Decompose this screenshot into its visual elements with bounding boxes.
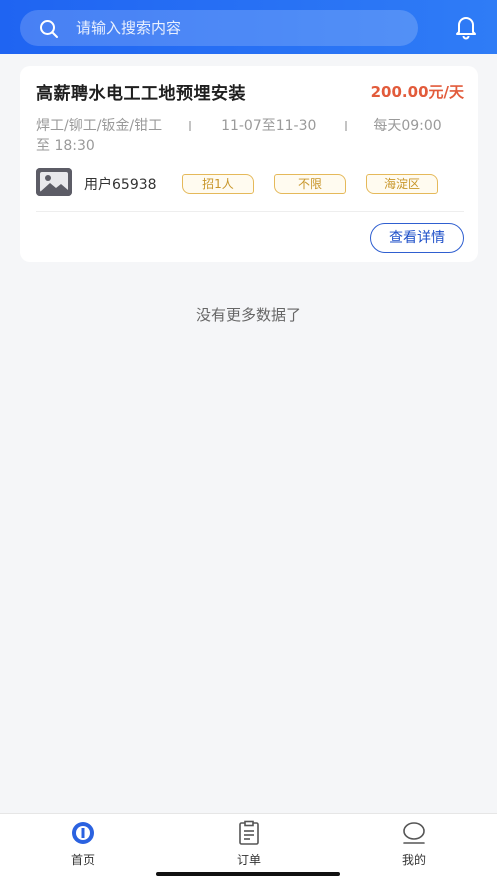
- job-title: 高薪聘水电工工地预埋安装: [36, 84, 246, 104]
- list-end-text: 没有更多数据了: [195, 306, 301, 324]
- search-icon: [40, 20, 58, 38]
- job-hours-end: 至 18:30: [36, 138, 95, 154]
- search-bar[interactable]: 请输入搜索内容: [20, 10, 418, 46]
- job-hours: 每天09:00: [373, 118, 442, 134]
- top-bar: 请输入搜索内容: [0, 0, 497, 54]
- tab-home[interactable]: 首页: [53, 820, 113, 868]
- home-indicator: [156, 872, 340, 876]
- job-date-range: 11-07至11-30: [221, 118, 317, 134]
- search-placeholder[interactable]: 请输入搜索内容: [76, 10, 181, 46]
- meta-separator: [344, 121, 347, 131]
- bell-icon[interactable]: [453, 14, 479, 40]
- user-name: 用户65938: [84, 177, 157, 193]
- meta-separator: [188, 121, 191, 131]
- avatar: [36, 168, 72, 196]
- tag-headcount: 招1人: [182, 174, 254, 194]
- tab-home-label: 首页: [70, 853, 95, 867]
- tab-mine-label: 我的: [401, 853, 426, 867]
- job-skills: 焊工/铆工/钣金/钳工: [36, 118, 163, 134]
- tab-mine[interactable]: 我的: [384, 820, 444, 868]
- tab-orders[interactable]: 订单: [219, 820, 279, 868]
- clipboard-icon: [239, 820, 259, 845]
- user-icon: [403, 822, 425, 844]
- home-icon: [72, 822, 94, 844]
- job-salary: 200.00元/天: [370, 83, 464, 101]
- card-divider: [36, 211, 464, 212]
- view-details-button[interactable]: 查看详情: [370, 223, 464, 253]
- tag-requirement: 不限: [274, 174, 346, 194]
- tag-district: 海淀区: [366, 174, 438, 194]
- job-card[interactable]: 高薪聘水电工工地预埋安装 200.00元/天 焊工/铆工/钣金/钳工 11-07…: [20, 66, 478, 262]
- image-placeholder-icon: [36, 168, 72, 196]
- tab-orders-label: 订单: [236, 853, 261, 867]
